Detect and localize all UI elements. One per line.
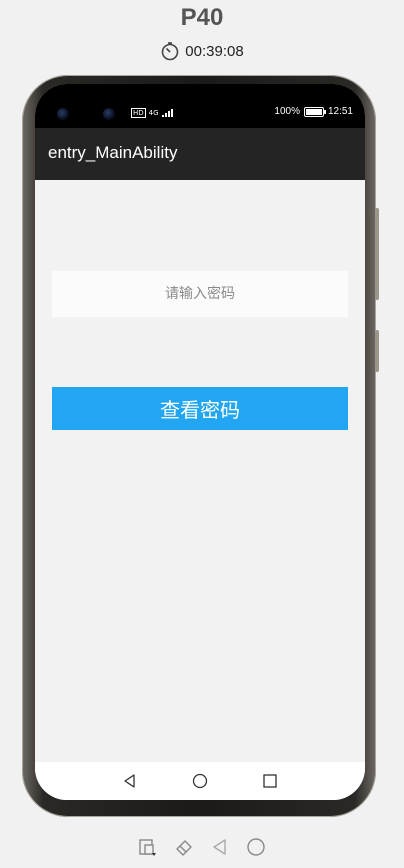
system-nav-bar — [35, 762, 365, 800]
status-bar: HD 4G 100% 12:51 — [35, 84, 365, 128]
network-type: 4G — [148, 109, 159, 117]
network-indicator: HD 4G — [131, 108, 174, 118]
view-password-button[interactable]: 查看密码 — [52, 387, 348, 430]
recents-square-icon[interactable] — [262, 773, 278, 789]
power-button — [375, 330, 379, 372]
battery-percent: 100% — [274, 106, 300, 117]
signal-bars-icon — [161, 109, 173, 117]
app-bar: entry_MainAbility — [35, 128, 365, 180]
front-camera-icon — [103, 108, 115, 120]
session-timer: 00:39:08 — [0, 41, 404, 61]
main-content: 查看密码 — [35, 180, 365, 762]
password-input[interactable] — [52, 271, 348, 317]
home-circle-icon[interactable] — [192, 773, 208, 789]
volume-button — [375, 208, 379, 300]
eraser-icon[interactable] — [173, 836, 195, 858]
emulator-page: P40 00:39:08 HD 4G 100% 12:51 entry_Main… — [0, 0, 404, 868]
phone-screen: HD 4G 100% 12:51 entry_MainAbility 查看密码 — [35, 84, 365, 800]
device-name: P40 — [180, 4, 224, 31]
status-right: 100% 12:51 — [274, 106, 353, 117]
back-icon[interactable] — [209, 836, 231, 858]
hd-badge: HD — [131, 108, 146, 118]
emulator-toolbar — [0, 836, 404, 858]
app-title: entry_MainAbility — [48, 143, 178, 162]
clock: 12:51 — [327, 106, 353, 117]
rotate-screen-icon[interactable] — [137, 836, 159, 858]
timer-icon — [161, 42, 179, 61]
home-icon[interactable] — [245, 836, 267, 858]
back-triangle-icon[interactable] — [122, 773, 138, 789]
front-camera-icon — [57, 108, 69, 120]
battery-icon — [303, 106, 326, 117]
timer-value: 00:39:08 — [185, 42, 244, 60]
